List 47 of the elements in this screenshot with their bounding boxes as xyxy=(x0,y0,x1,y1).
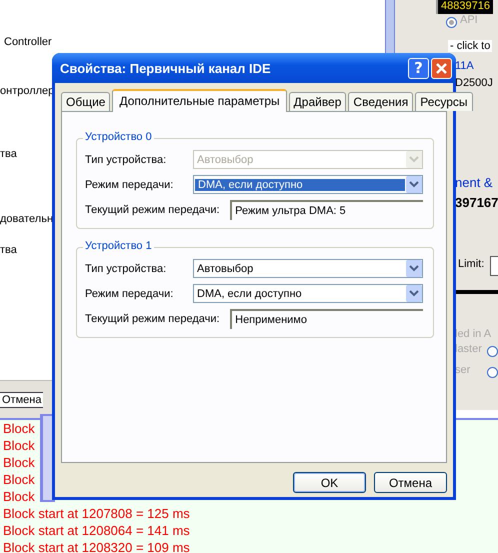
field-label: Тип устройства: xyxy=(85,262,168,274)
tab[interactable]: Общие xyxy=(61,92,110,111)
close-button[interactable] xyxy=(431,58,452,78)
dropdown[interactable]: DMA, если доступно xyxy=(193,284,423,303)
tab[interactable]: Ресурсы xyxy=(415,92,473,111)
field-label: Тип устройства: xyxy=(85,154,168,166)
radio-label: ser xyxy=(455,364,470,376)
readout-field: Режим ультра DMA: 5 xyxy=(230,200,423,220)
log-line: Block xyxy=(3,455,35,470)
log-line: Block xyxy=(3,472,35,487)
model-text: 11A xyxy=(455,60,474,72)
hint-text: - click to xyxy=(448,40,492,52)
help-button[interactable]: ? xyxy=(408,58,429,78)
log-line: Block xyxy=(3,421,35,436)
group-title: Устройство 1 xyxy=(83,240,154,252)
model-text: D2500J xyxy=(455,77,493,89)
radio-label: API xyxy=(460,14,478,26)
slider-track xyxy=(455,290,498,294)
field-label: Режим передачи: xyxy=(85,288,174,300)
log-line: Block start at 1208064 = 141 ms xyxy=(3,523,190,538)
log-line: Block start at 1208320 = 109 ms xyxy=(3,540,190,553)
field-label: Текущий режим передачи: xyxy=(85,204,221,216)
group-title: Устройство 0 xyxy=(83,131,154,143)
device-list-item[interactable]: тва xyxy=(0,148,17,160)
dropdown[interactable]: DMA, если доступно xyxy=(193,175,423,194)
window-title: Свойства: Первичный канал IDE xyxy=(60,60,272,76)
counter-display: 48839716 xyxy=(436,0,493,14)
tab[interactable]: Сведения xyxy=(348,92,414,111)
log-line: Block xyxy=(3,489,35,504)
close-icon xyxy=(435,62,448,74)
field-label: Текущий режим передачи: xyxy=(85,312,221,324)
limit-label: Limit: xyxy=(458,258,484,270)
field-label: Режим передачи: xyxy=(85,178,174,190)
log-line: Block xyxy=(3,438,35,453)
cancel-button[interactable]: Отмена xyxy=(0,392,44,408)
readout-field: Неприменимо xyxy=(230,308,423,328)
log-line: Block start at 1207808 = 125 ms xyxy=(3,506,190,521)
device-list-item[interactable]: довательн xyxy=(0,213,54,225)
serial-text: 397167 xyxy=(455,195,498,210)
tab[interactable]: Дополнительные параметры xyxy=(112,89,287,112)
section-title: nent & xyxy=(455,175,493,190)
dialog-button[interactable]: OK xyxy=(293,472,366,493)
tab[interactable]: Драйвер xyxy=(288,92,346,111)
device-list-item[interactable]: Controller xyxy=(4,36,52,48)
dropdown[interactable]: Автовыбор xyxy=(193,259,423,278)
dialog-button[interactable]: Отмена xyxy=(374,472,447,493)
device-list-item[interactable]: тва xyxy=(0,244,17,256)
